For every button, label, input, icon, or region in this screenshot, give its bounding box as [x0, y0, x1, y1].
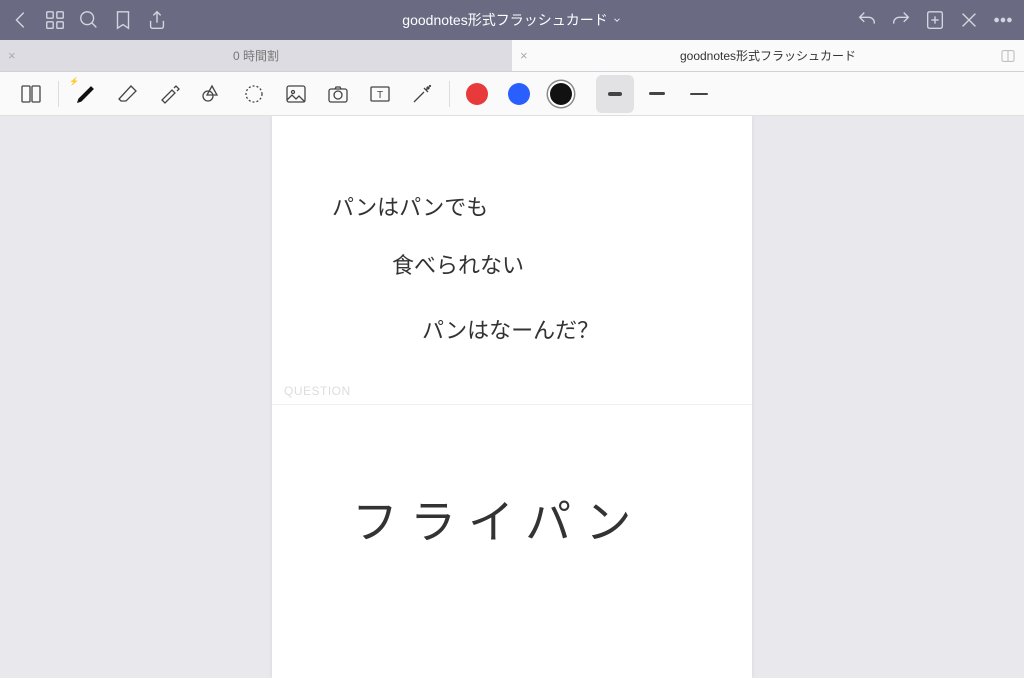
toolbar: ⚡ T: [0, 72, 1024, 116]
split-view-icon[interactable]: [1000, 48, 1016, 64]
tab-label: 0 時間割: [233, 47, 279, 64]
question-line-3: パンはなーんだ？: [422, 311, 599, 351]
pen-tool[interactable]: ⚡: [67, 75, 105, 113]
highlighter-tool[interactable]: [151, 75, 189, 113]
camera-icon: [326, 82, 350, 106]
more-icon[interactable]: [992, 9, 1014, 31]
shapes-tool[interactable]: [193, 75, 231, 113]
chevron-down-icon: [612, 15, 622, 25]
close-icon[interactable]: [958, 9, 980, 31]
tab-close-icon[interactable]: ×: [8, 48, 16, 63]
redo-icon[interactable]: [890, 9, 912, 31]
document-title-text: goodnotes形式フラッシュカード: [402, 10, 607, 30]
tab-label: goodnotes形式フラッシュカード: [680, 47, 856, 64]
flashcard-page[interactable]: パンはパンでも 食べられない パンはなーんだ？ QUESTION フライパン: [272, 116, 752, 678]
eraser-tool[interactable]: [109, 75, 147, 113]
tab-close-icon[interactable]: ×: [520, 48, 528, 63]
question-line-1: パンはパンでも: [332, 188, 488, 228]
svg-text:T: T: [377, 90, 383, 101]
tab-inactive[interactable]: × 0 時間割: [0, 40, 512, 71]
back-icon[interactable]: [10, 9, 32, 31]
image-tool[interactable]: [277, 75, 315, 113]
laser-icon: [410, 82, 434, 106]
bluetooth-icon: ⚡: [69, 77, 79, 86]
camera-tool[interactable]: [319, 75, 357, 113]
image-icon: [284, 82, 308, 106]
answer-text: フライパン: [352, 486, 643, 552]
bookmark-icon[interactable]: [112, 9, 134, 31]
titlebar-right: [856, 9, 1014, 31]
stroke-thick[interactable]: [596, 75, 634, 113]
lasso-icon: [242, 82, 266, 106]
color-black[interactable]: [550, 83, 572, 105]
shapes-icon: [200, 82, 224, 106]
canvas-area[interactable]: パンはパンでも 食べられない パンはなーんだ？ QUESTION フライパン: [0, 116, 1024, 678]
text-tool[interactable]: T: [361, 75, 399, 113]
question-label: QUESTION: [284, 384, 351, 398]
laser-tool[interactable]: [403, 75, 441, 113]
text-icon: T: [368, 82, 392, 106]
grid-icon[interactable]: [44, 9, 66, 31]
divider: [58, 81, 59, 107]
share-icon[interactable]: [146, 9, 168, 31]
titlebar-left: [10, 9, 168, 31]
outline-tool[interactable]: [12, 75, 50, 113]
outline-icon: [19, 82, 43, 106]
document-title[interactable]: goodnotes形式フラッシュカード: [168, 10, 856, 30]
divider: [449, 81, 450, 107]
question-line-2: 食べられない: [392, 246, 524, 286]
add-page-icon[interactable]: [924, 9, 946, 31]
stroke-thin[interactable]: [680, 75, 718, 113]
lasso-tool[interactable]: [235, 75, 273, 113]
search-icon[interactable]: [78, 9, 100, 31]
color-blue[interactable]: [508, 83, 530, 105]
stroke-medium[interactable]: [638, 75, 676, 113]
tab-active[interactable]: × goodnotes形式フラッシュカード: [512, 40, 1024, 71]
tabs-row: × 0 時間割 × goodnotes形式フラッシュカード: [0, 40, 1024, 72]
color-red[interactable]: [466, 83, 488, 105]
card-divider: [272, 404, 752, 405]
highlighter-icon: [158, 82, 182, 106]
undo-icon[interactable]: [856, 9, 878, 31]
titlebar: goodnotes形式フラッシュカード: [0, 0, 1024, 40]
eraser-icon: [116, 82, 140, 106]
